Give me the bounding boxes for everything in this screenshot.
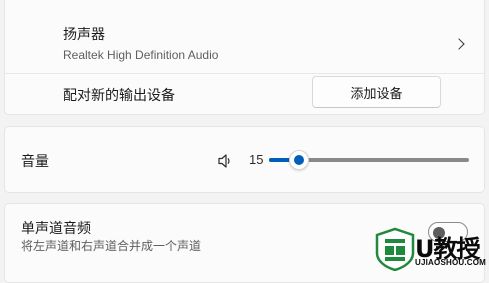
watermark: U教授 UJIAOSHOU.COM — [371, 227, 489, 271]
device-name: 扬声器 — [63, 24, 105, 44]
speaker-device-row[interactable]: 扬声器 Realtek High Definition Audio — [5, 0, 484, 73]
mono-audio-title: 单声道音频 — [21, 218, 91, 238]
volume-value: 15 — [249, 152, 263, 167]
device-description: Realtek High Definition Audio — [63, 48, 218, 62]
pair-device-label: 配对新的输出设备 — [63, 85, 175, 105]
watermark-logo-icon — [373, 227, 417, 271]
volume-slider-thumb[interactable] — [289, 150, 309, 170]
mono-audio-description: 将左声道和右声道合并成一个声道 — [21, 237, 201, 254]
output-devices-card: 扬声器 Realtek High Definition Audio 配对新的输出… — [4, 0, 485, 115]
watermark-url: UJIAOSHOU.COM — [415, 258, 486, 267]
volume-card: 音量 15 — [4, 126, 485, 193]
volume-label: 音量 — [21, 151, 49, 171]
volume-slider-thumb-dot — [294, 155, 304, 165]
chevron-right-icon — [453, 38, 464, 49]
speaker-icon[interactable] — [217, 153, 233, 169]
add-device-button[interactable]: 添加设备 — [312, 76, 441, 108]
pair-device-row: 配对新的输出设备 添加设备 — [5, 74, 484, 116]
